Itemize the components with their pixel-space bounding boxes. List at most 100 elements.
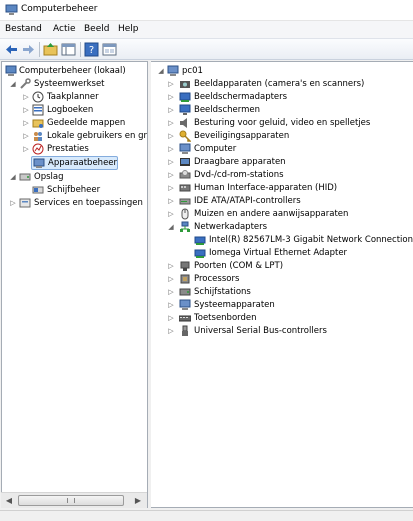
device-category-beeldapparaten[interactable]: ▷ Beeldapparaten (camera's en scanners) (165, 78, 411, 90)
svg-text:?: ? (89, 45, 94, 56)
expand-arrow-icon[interactable]: ▷ (167, 130, 175, 142)
expand-arrow-icon[interactable]: ▷ (167, 286, 175, 298)
key-icon (179, 130, 191, 142)
scroll-right-icon[interactable]: ▶ (130, 493, 146, 508)
expand-arrow-icon[interactable]: ▷ (167, 182, 175, 194)
port-icon (180, 261, 190, 271)
device-category-dvd[interactable]: ▷ Dvd-/cd-rom-stations (165, 169, 411, 181)
clock-icon (32, 91, 44, 103)
tree-item-schijfbeheer[interactable]: Schijfbeheer (4, 184, 147, 196)
menu-actie[interactable]: Actie (53, 24, 76, 34)
expand-arrow-icon[interactable]: ▷ (167, 104, 175, 116)
expand-arrow-icon[interactable]: ▷ (167, 169, 175, 181)
device-category-schijfstations[interactable]: ▷ Schijfstations (165, 286, 411, 298)
device-category-systeemapparaten[interactable]: ▷ Systeemapparaten (165, 299, 411, 311)
device-category-toetsenborden[interactable]: ▷ Toetsenborden (165, 312, 411, 324)
forward-arrow-icon[interactable] (21, 42, 36, 57)
system-device-icon (179, 299, 191, 310)
expand-arrow-icon[interactable]: ▷ (167, 299, 175, 311)
back-arrow-icon[interactable] (4, 42, 19, 57)
expand-arrow-icon[interactable]: ▷ (22, 130, 30, 142)
collapse-arrow-icon[interactable]: ◢ (9, 171, 17, 183)
help-icon[interactable]: ? (84, 42, 99, 57)
properties-icon[interactable] (102, 42, 117, 57)
expand-arrow-icon[interactable]: ▷ (167, 143, 175, 155)
tree-item-systeemwerkset[interactable]: ◢ Systeemwerkset (4, 78, 147, 90)
device-root-pc01[interactable]: ◢ pc01 (155, 65, 411, 77)
ide-controller-icon (179, 198, 191, 205)
console-tree-pane[interactable]: Computerbeheer (lokaal) ◢ Systeemwerkset… (1, 61, 148, 508)
tree-item-computerbeheer[interactable]: Computerbeheer (lokaal) (4, 65, 147, 77)
tree-item-apparaatbeheer[interactable]: Apparaatbeheer (31, 156, 118, 170)
horizontal-scrollbar[interactable]: ◀ ▶ (1, 492, 147, 508)
menu-bar: Bestand Actie Beeld Help (0, 21, 413, 39)
expand-arrow-icon[interactable]: ▷ (167, 208, 175, 220)
expand-arrow-icon[interactable]: ▷ (167, 78, 175, 90)
network-card-icon (194, 249, 206, 258)
expand-arrow-icon[interactable]: ▷ (22, 91, 30, 103)
expand-arrow-icon[interactable]: ▷ (167, 91, 175, 103)
usb-icon (182, 325, 188, 336)
device-iomega-adapter[interactable]: Iomega Virtual Ethernet Adapter (165, 247, 411, 259)
device-category-geluid-video[interactable]: ▷ Besturing voor geluid, video en spelle… (165, 117, 411, 129)
expand-arrow-icon[interactable]: ▷ (167, 260, 175, 272)
collapse-arrow-icon[interactable]: ◢ (157, 65, 165, 77)
expand-arrow-icon[interactable]: ▷ (167, 117, 175, 129)
expand-arrow-icon[interactable]: ▷ (167, 312, 175, 324)
collapse-arrow-icon[interactable]: ◢ (167, 221, 175, 233)
menu-bestand[interactable]: Bestand (5, 24, 42, 34)
up-folder-icon[interactable] (43, 42, 58, 57)
show-hide-tree-icon[interactable] (61, 42, 76, 57)
device-category-computer[interactable]: ▷ Computer (165, 143, 411, 155)
device-category-poorten[interactable]: ▷ Poorten (COM & LPT) (165, 260, 411, 272)
performance-icon (32, 143, 44, 155)
expand-arrow-icon[interactable]: ▷ (167, 156, 175, 168)
optical-drive-icon (179, 170, 191, 179)
tree-item-lokale-gebruikers[interactable]: ▷ Lokale gebruikers en gro (4, 130, 147, 142)
tree-item-services[interactable]: ▷ Services en toepassingen (4, 197, 147, 209)
expand-arrow-icon[interactable]: ▷ (167, 325, 175, 337)
device-category-draagbare[interactable]: ▷ Draagbare apparaten (165, 156, 411, 168)
device-manager-icon (33, 158, 45, 168)
grip-icon (67, 498, 75, 503)
window-title: Computerbeheer (21, 4, 98, 14)
speaker-icon (180, 118, 187, 128)
camera-icon (180, 81, 190, 88)
expand-arrow-icon[interactable]: ▷ (22, 143, 30, 155)
device-category-ide[interactable]: ▷ IDE ATA/ATAPI-controllers (165, 195, 411, 207)
computer-management-icon (5, 65, 17, 76)
menu-beeld[interactable]: Beeld (84, 24, 109, 34)
tree-item-gedeelde-mappen[interactable]: ▷ Gedeelde mappen (4, 117, 147, 129)
device-category-muizen[interactable]: ▷ Muizen en andere aanwijsapparaten (165, 208, 411, 220)
computer-icon (179, 143, 191, 154)
device-category-hid[interactable]: ▷ Human Interface-apparaten (HID) (165, 182, 411, 194)
computer-management-icon (5, 4, 18, 15)
tree-item-taakplanner[interactable]: ▷ Taakplanner (4, 91, 147, 103)
scroll-left-icon[interactable]: ◀ (1, 493, 17, 508)
services-icon (19, 198, 31, 208)
storage-icon (19, 173, 31, 181)
tree-item-prestaties[interactable]: ▷ Prestaties (4, 143, 147, 155)
device-category-netwerkadapters[interactable]: ◢ Netwerkadapters (165, 221, 411, 233)
collapse-arrow-icon[interactable]: ◢ (9, 78, 17, 90)
tree-item-opslag[interactable]: ◢ Opslag (4, 171, 147, 183)
expand-arrow-icon[interactable]: ▷ (9, 197, 17, 209)
users-icon (34, 132, 42, 141)
tree-item-logboeken[interactable]: ▷ Logboeken (4, 104, 147, 116)
menu-help[interactable]: Help (118, 24, 139, 34)
device-category-beveiliging[interactable]: ▷ Beveiligingsapparaten (165, 130, 411, 142)
expand-arrow-icon[interactable]: ▷ (22, 117, 30, 129)
expand-arrow-icon[interactable]: ▷ (167, 273, 175, 285)
expand-arrow-icon[interactable]: ▷ (22, 104, 30, 116)
device-intel-gigabit[interactable]: Intel(R) 82567LM-3 Gigabit Network Conne… (165, 234, 413, 246)
device-category-usb[interactable]: ▷ Universal Serial Bus-controllers (165, 325, 411, 337)
disk-management-icon (32, 186, 44, 194)
expand-arrow-icon[interactable]: ▷ (167, 195, 175, 207)
device-category-beeldschermen[interactable]: ▷ Beeldschermen (165, 104, 411, 116)
title-bar: Computerbeheer (0, 0, 413, 21)
scrollbar-thumb[interactable] (18, 495, 124, 506)
device-category-beeldschermadapters[interactable]: ▷ Beeldschermadapters (165, 91, 411, 103)
toolbar: ? (0, 39, 413, 60)
device-category-processors[interactable]: ▷ Processors (165, 273, 411, 285)
device-tree-pane[interactable]: ◢ pc01 ▷ Beeldapparaten (camera's en sca… (151, 61, 413, 508)
